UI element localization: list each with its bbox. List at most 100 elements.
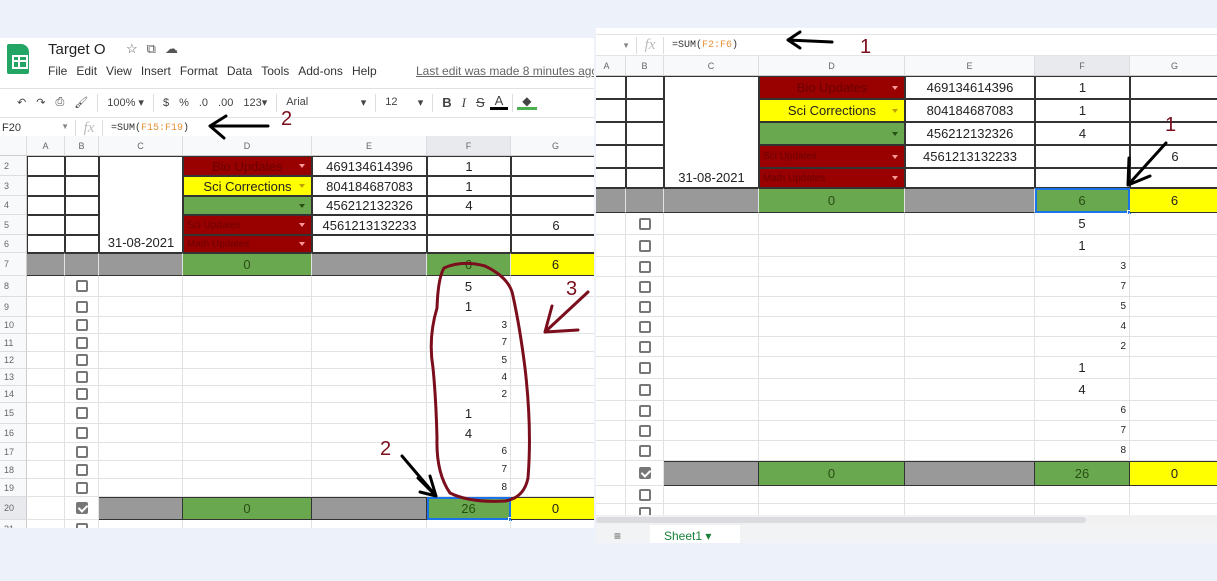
- cell-c[interactable]: [664, 357, 759, 379]
- checkbox[interactable]: [75, 523, 88, 528]
- cell-f[interactable]: 4: [1035, 122, 1130, 145]
- zoom-select[interactable]: 100% ▾: [102, 96, 149, 109]
- menu-help[interactable]: Help: [352, 64, 377, 78]
- cell-g[interactable]: [511, 235, 594, 253]
- row-header[interactable]: 13: [0, 369, 27, 386]
- dropdown-arrow-icon[interactable]: [299, 203, 305, 208]
- menu-data[interactable]: Data: [227, 64, 252, 78]
- cell-d[interactable]: [759, 441, 905, 461]
- value-cell[interactable]: 8: [427, 479, 511, 497]
- row-header[interactable]: 18: [0, 461, 27, 479]
- column-header-e[interactable]: E: [312, 136, 427, 156]
- cell-a[interactable]: [596, 168, 626, 188]
- cell-f[interactable]: [427, 215, 511, 235]
- checkbox[interactable]: [75, 388, 88, 400]
- paint-format-icon[interactable]: 🖌: [69, 96, 93, 109]
- percent-button[interactable]: %: [174, 97, 194, 109]
- cell-c[interactable]: [664, 235, 759, 257]
- category-dropdown[interactable]: Sci Updates: [183, 215, 312, 235]
- cell-g[interactable]: [1130, 317, 1217, 337]
- cell-c[interactable]: [99, 297, 183, 317]
- cell-c[interactable]: [99, 352, 183, 369]
- cell-e[interactable]: [312, 369, 427, 386]
- cell-f[interactable]: 1: [427, 176, 511, 196]
- cell-e[interactable]: 469134614396: [905, 76, 1035, 99]
- cell-e[interactable]: 4561213132233: [905, 145, 1035, 168]
- cell-f[interactable]: [427, 235, 511, 253]
- cell-a[interactable]: [596, 257, 626, 277]
- total-cell-e[interactable]: [905, 188, 1035, 213]
- cell-e[interactable]: [905, 168, 1035, 188]
- cell-g[interactable]: [511, 334, 594, 352]
- fill-color-icon[interactable]: ◆: [517, 95, 537, 110]
- dropdown-arrow-icon[interactable]: [892, 131, 898, 136]
- name-box[interactable]: F20 ▼: [0, 122, 75, 134]
- cell-b[interactable]: [65, 215, 99, 235]
- row-header[interactable]: 12: [0, 352, 27, 369]
- column-header-c[interactable]: C: [664, 56, 759, 76]
- cell-a[interactable]: [596, 441, 626, 461]
- cell-f[interactable]: 4: [427, 196, 511, 215]
- checkbox[interactable]: [75, 371, 88, 383]
- checkbox[interactable]: [75, 300, 88, 313]
- cell-e[interactable]: [312, 424, 427, 443]
- category-dropdown[interactable]: Sci Updates: [759, 145, 905, 168]
- cell-a[interactable]: [27, 386, 65, 403]
- value-cell[interactable]: 5: [427, 352, 511, 369]
- cell-d[interactable]: [759, 357, 905, 379]
- cell-d[interactable]: [183, 317, 312, 334]
- total-cell-f[interactable]: 26: [1035, 461, 1130, 486]
- row-header[interactable]: 8: [0, 276, 27, 297]
- cell-g[interactable]: [1130, 401, 1217, 421]
- row-header[interactable]: 5: [0, 215, 27, 235]
- date-cell[interactable]: 31-08-2021: [99, 156, 183, 253]
- category-dropdown[interactable]: [759, 122, 905, 145]
- checkbox[interactable]: [638, 260, 651, 273]
- category-dropdown[interactable]: Bio Updates: [183, 156, 312, 176]
- italic-button[interactable]: I: [457, 95, 471, 111]
- cell-f[interactable]: [1035, 168, 1130, 188]
- strikethrough-button[interactable]: S: [471, 95, 490, 110]
- cell-d[interactable]: [759, 337, 905, 357]
- checkbox[interactable]: [75, 445, 88, 458]
- cell-a[interactable]: [596, 122, 626, 145]
- checkbox[interactable]: [75, 407, 88, 419]
- category-dropdown[interactable]: [183, 196, 312, 215]
- cell-c[interactable]: [664, 317, 759, 337]
- redo-icon[interactable]: ↷: [31, 96, 50, 109]
- cell-e[interactable]: [905, 297, 1035, 317]
- date-cell[interactable]: 31-08-2021: [664, 76, 759, 188]
- cell-d[interactable]: [759, 401, 905, 421]
- cell-d[interactable]: [759, 297, 905, 317]
- cell-a[interactable]: [596, 145, 626, 168]
- checkbox[interactable]: [75, 354, 88, 366]
- menu-addons[interactable]: Add-ons: [298, 64, 343, 78]
- dropdown-arrow-icon[interactable]: [299, 242, 305, 246]
- cell-e[interactable]: [312, 276, 427, 297]
- cell-e[interactable]: [905, 257, 1035, 277]
- cell-d[interactable]: [759, 235, 905, 257]
- column-header-a[interactable]: A: [596, 56, 626, 76]
- cell-d[interactable]: [183, 386, 312, 403]
- column-header-f[interactable]: F: [427, 136, 511, 156]
- font-size-select[interactable]: 12 ▾: [380, 96, 428, 109]
- value-cell[interactable]: 4: [1035, 379, 1130, 401]
- total-cell-d[interactable]: 0: [183, 253, 312, 276]
- cell-c[interactable]: [99, 369, 183, 386]
- cell-d[interactable]: [759, 379, 905, 401]
- cell-c[interactable]: [664, 441, 759, 461]
- category-dropdown[interactable]: Math Updates: [183, 235, 312, 253]
- value-cell[interactable]: 7: [427, 334, 511, 352]
- total-cell-c[interactable]: [664, 188, 759, 213]
- cell-a[interactable]: [27, 334, 65, 352]
- cell-b[interactable]: [65, 235, 99, 253]
- cell-e[interactable]: [312, 386, 427, 403]
- column-header-d[interactable]: D: [759, 56, 905, 76]
- cell-c[interactable]: [99, 334, 183, 352]
- total-cell-g[interactable]: 0: [511, 497, 594, 520]
- cell-e[interactable]: [905, 379, 1035, 401]
- cell-a[interactable]: [596, 337, 626, 357]
- cell-e[interactable]: [905, 337, 1035, 357]
- checkbox[interactable]: [638, 280, 651, 293]
- document-title[interactable]: Target O: [48, 41, 106, 58]
